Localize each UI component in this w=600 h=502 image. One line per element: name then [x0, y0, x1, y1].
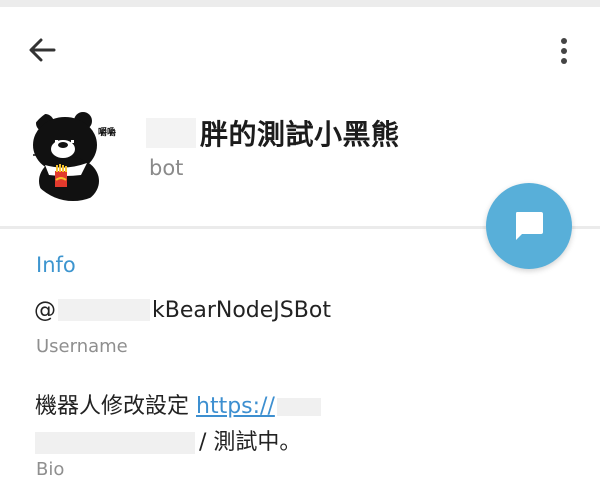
profile-name: 胖的測試小黑熊	[146, 112, 400, 154]
info-section-title: Info	[36, 253, 76, 277]
message-icon	[516, 212, 543, 240]
bio-label: Bio	[36, 459, 65, 480]
avatar[interactable]: 嚼嚼	[25, 105, 121, 201]
more-vertical-icon	[561, 38, 567, 64]
bio-line-2: / 測試中。	[35, 424, 301, 456]
username-text: kBearNodeJSBot	[152, 297, 331, 323]
avatar-caption: 嚼嚼	[98, 126, 116, 138]
redacted-block	[146, 118, 196, 148]
profile-subtitle: bot	[149, 156, 184, 180]
back-button[interactable]	[22, 32, 62, 68]
redacted-block	[58, 299, 150, 321]
message-button[interactable]	[486, 183, 572, 269]
redacted-block	[276, 398, 321, 416]
username-value[interactable]: @ kBearNodeJSBot	[34, 294, 331, 326]
redacted-block	[35, 432, 195, 454]
more-options-button[interactable]	[548, 34, 580, 68]
profile-name-text: 胖的測試小黑熊	[200, 118, 400, 151]
bear-avatar-icon: 嚼嚼	[25, 105, 121, 201]
bio-link[interactable]: https://	[196, 394, 275, 419]
status-strip	[0, 0, 600, 7]
bio-text-end: / 測試中。	[199, 430, 302, 455]
username-label: Username	[36, 336, 128, 357]
bio-line-1: 機器人修改設定 https://	[35, 388, 321, 420]
username-prefix: @	[34, 297, 56, 323]
arrow-left-icon	[29, 38, 56, 62]
bio-text-start: 機器人修改設定	[35, 394, 196, 419]
